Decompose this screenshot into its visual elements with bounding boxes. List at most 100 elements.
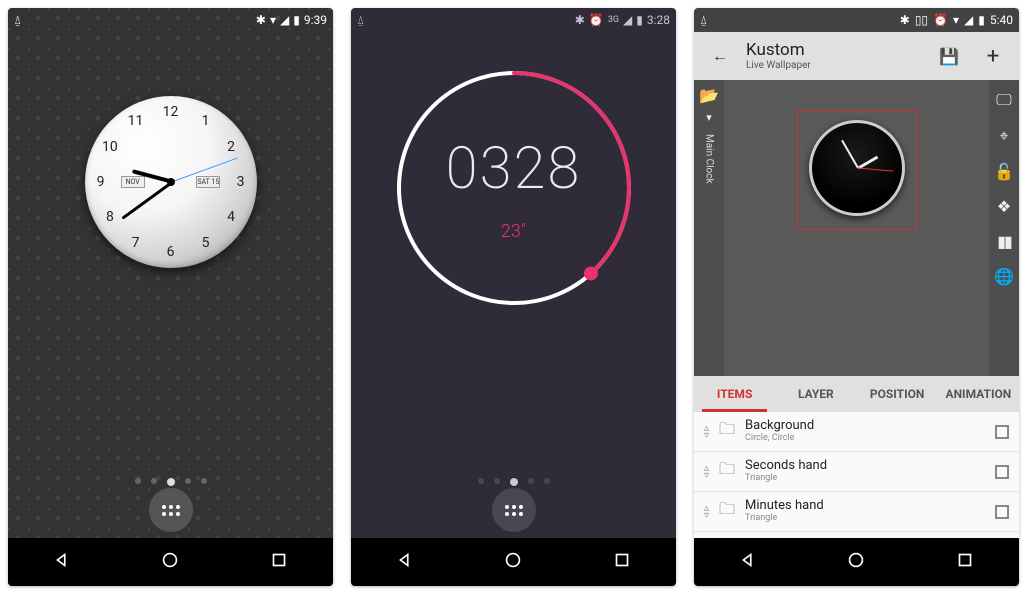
page-dot[interactable] xyxy=(494,478,500,484)
nav-recents-button[interactable] xyxy=(268,549,290,575)
lock-open-icon[interactable]: 🔓 xyxy=(994,162,1014,181)
status-time: 5:40 xyxy=(990,13,1013,27)
wifi-icon: ▾ xyxy=(270,13,276,27)
globe-icon[interactable]: 🌐 xyxy=(994,267,1014,286)
bluetooth-icon: ✱ xyxy=(575,13,585,27)
network-3g-icon: 3G xyxy=(608,15,619,25)
nav-recents-button[interactable] xyxy=(954,549,976,575)
back-button[interactable]: ← xyxy=(702,38,738,74)
page-dot[interactable] xyxy=(167,478,175,486)
tab-layer[interactable]: LAYER xyxy=(775,376,856,412)
apps-drawer-button[interactable] xyxy=(149,488,193,532)
focus-icon[interactable]: ⌖ xyxy=(999,126,1008,146)
battery-charging-icon: ▮ xyxy=(636,13,643,27)
list-item[interactable]: ▵▿ 🗀 Minutes handTriangle xyxy=(694,492,1019,532)
preview-clock[interactable] xyxy=(809,120,905,216)
clock-number: 6 xyxy=(167,244,175,260)
nav-back-button[interactable] xyxy=(737,549,759,575)
clock-center-dot xyxy=(167,178,175,186)
clock-face: NOV SAT 15 121234567891011 xyxy=(85,96,257,268)
app-bar: ← Kustom Live Wallpaper 💾 + xyxy=(694,32,1019,80)
chevron-down-icon[interactable]: ▾ xyxy=(706,111,712,124)
layer-group-icon: 🗀 xyxy=(719,418,735,445)
clock-day-chip: SAT 15 xyxy=(196,176,220,188)
analog-clock-widget[interactable]: NOV SAT 15 121234567891011 xyxy=(85,96,257,268)
status-time: 9:39 xyxy=(304,13,327,27)
add-button[interactable]: + xyxy=(975,38,1011,74)
clock-number: 7 xyxy=(132,235,140,251)
clock-number: 5 xyxy=(202,235,210,251)
preview-minute-hand xyxy=(841,140,859,169)
item-desc: Triangle xyxy=(745,474,985,484)
page-dot[interactable] xyxy=(510,478,518,486)
layers-icon[interactable]: ❖ xyxy=(997,197,1011,216)
item-name: Background xyxy=(745,419,985,433)
apps-drawer-button[interactable] xyxy=(492,488,536,532)
tab-position[interactable]: POSITION xyxy=(857,376,938,412)
screenshot-digital-clock: ⍙ ✱ ⏰ 3G ◢ ▮ 3:28 0328 23" xyxy=(351,8,676,586)
nav-home-button[interactable] xyxy=(845,549,867,575)
screenshot-kustom-editor: ⍙ ✱ ▯▯ ⏰ ▾ ◢ ▮ 5:40 ← Kustom Live Wallpa… xyxy=(694,8,1019,586)
item-name: Seconds hand xyxy=(745,459,985,473)
nav-home-button[interactable] xyxy=(159,549,181,575)
screenshot-analog-clock: ⍙ ✱ ▾ ◢ ▮ 9:39 NOV SAT 15 12123456789101… xyxy=(8,8,333,586)
clock-month-chip: NOV xyxy=(121,176,145,188)
item-checkbox[interactable] xyxy=(995,425,1009,439)
drag-handle-icon[interactable]: ▵▿ xyxy=(704,425,709,439)
nav-home-button[interactable] xyxy=(502,549,524,575)
page-dot[interactable] xyxy=(201,478,207,484)
tab-items[interactable]: ITEMS xyxy=(694,376,775,412)
status-bar: ⍙ ✱ ▯▯ ⏰ ▾ ◢ ▮ 5:40 xyxy=(694,8,1019,32)
page-dot[interactable] xyxy=(544,478,550,484)
clock-number: 11 xyxy=(128,113,144,129)
alarm-icon: ⏰ xyxy=(933,13,948,27)
nav-back-button[interactable] xyxy=(394,549,416,575)
battery-charging-icon: ▮ xyxy=(978,13,985,27)
app-subtitle: Live Wallpaper xyxy=(746,60,923,71)
drag-handle-icon[interactable]: ▵▿ xyxy=(704,465,709,479)
wifi-icon: ▾ xyxy=(953,13,959,27)
pause-icon[interactable]: ▮▮ xyxy=(997,232,1011,251)
layer-path-label[interactable]: Main Clock xyxy=(704,134,715,184)
item-name: Minutes hand xyxy=(745,499,985,513)
list-item[interactable]: ▵▿ 🗀 BackgroundCircle, Circle xyxy=(694,412,1019,452)
signal-icon: ◢ xyxy=(280,13,289,27)
tab-animation[interactable]: ANIMATION xyxy=(938,376,1019,412)
page-indicator[interactable] xyxy=(478,478,550,486)
item-desc: Circle, Circle xyxy=(745,434,985,444)
seconds-label: 23" xyxy=(501,221,526,242)
nav-bar xyxy=(694,538,1019,586)
bluetooth-icon: ✱ xyxy=(900,13,910,27)
status-bar: ⍙ ✱ ▾ ◢ ▮ 9:39 xyxy=(8,8,333,32)
clock-number: 10 xyxy=(102,139,118,155)
clock-number: 4 xyxy=(227,209,235,225)
editor-tabs: ITEMSLAYERPOSITIONANIMATION xyxy=(694,376,1019,412)
page-dot[interactable] xyxy=(135,478,141,484)
save-button[interactable]: 💾 xyxy=(931,38,967,74)
clock-number: 12 xyxy=(163,104,179,120)
item-checkbox[interactable] xyxy=(995,465,1009,479)
app-title: Kustom xyxy=(746,41,923,60)
antenna-icon: ⍙ xyxy=(357,13,364,28)
page-dot[interactable] xyxy=(151,478,157,484)
drag-handle-icon[interactable]: ▵▿ xyxy=(704,505,709,519)
page-indicator[interactable] xyxy=(135,478,207,486)
clock-number: 8 xyxy=(106,209,114,225)
left-toolbar: 📂 ▾ Main Clock xyxy=(694,80,724,376)
clock-number: 1 xyxy=(202,113,210,129)
nav-recents-button[interactable] xyxy=(611,549,633,575)
preview-stage[interactable] xyxy=(724,80,989,376)
display-icon[interactable]: 🖵 xyxy=(996,90,1011,110)
page-dot[interactable] xyxy=(478,478,484,484)
antenna-icon: ⍙ xyxy=(14,13,21,28)
folder-open-icon[interactable]: 📂 xyxy=(699,86,719,105)
nav-back-button[interactable] xyxy=(51,549,73,575)
right-toolbar: 🖵 ⌖ 🔓 ❖ ▮▮ 🌐 xyxy=(989,80,1019,376)
signal-icon: ◢ xyxy=(964,13,973,27)
page-dot[interactable] xyxy=(185,478,191,484)
list-item[interactable]: ▵▿ 🗀 Seconds handTriangle xyxy=(694,452,1019,492)
item-desc: Triangle xyxy=(745,514,985,524)
page-dot[interactable] xyxy=(528,478,534,484)
item-checkbox[interactable] xyxy=(995,505,1009,519)
progress-ring-widget[interactable]: 0328 23" xyxy=(389,63,639,313)
